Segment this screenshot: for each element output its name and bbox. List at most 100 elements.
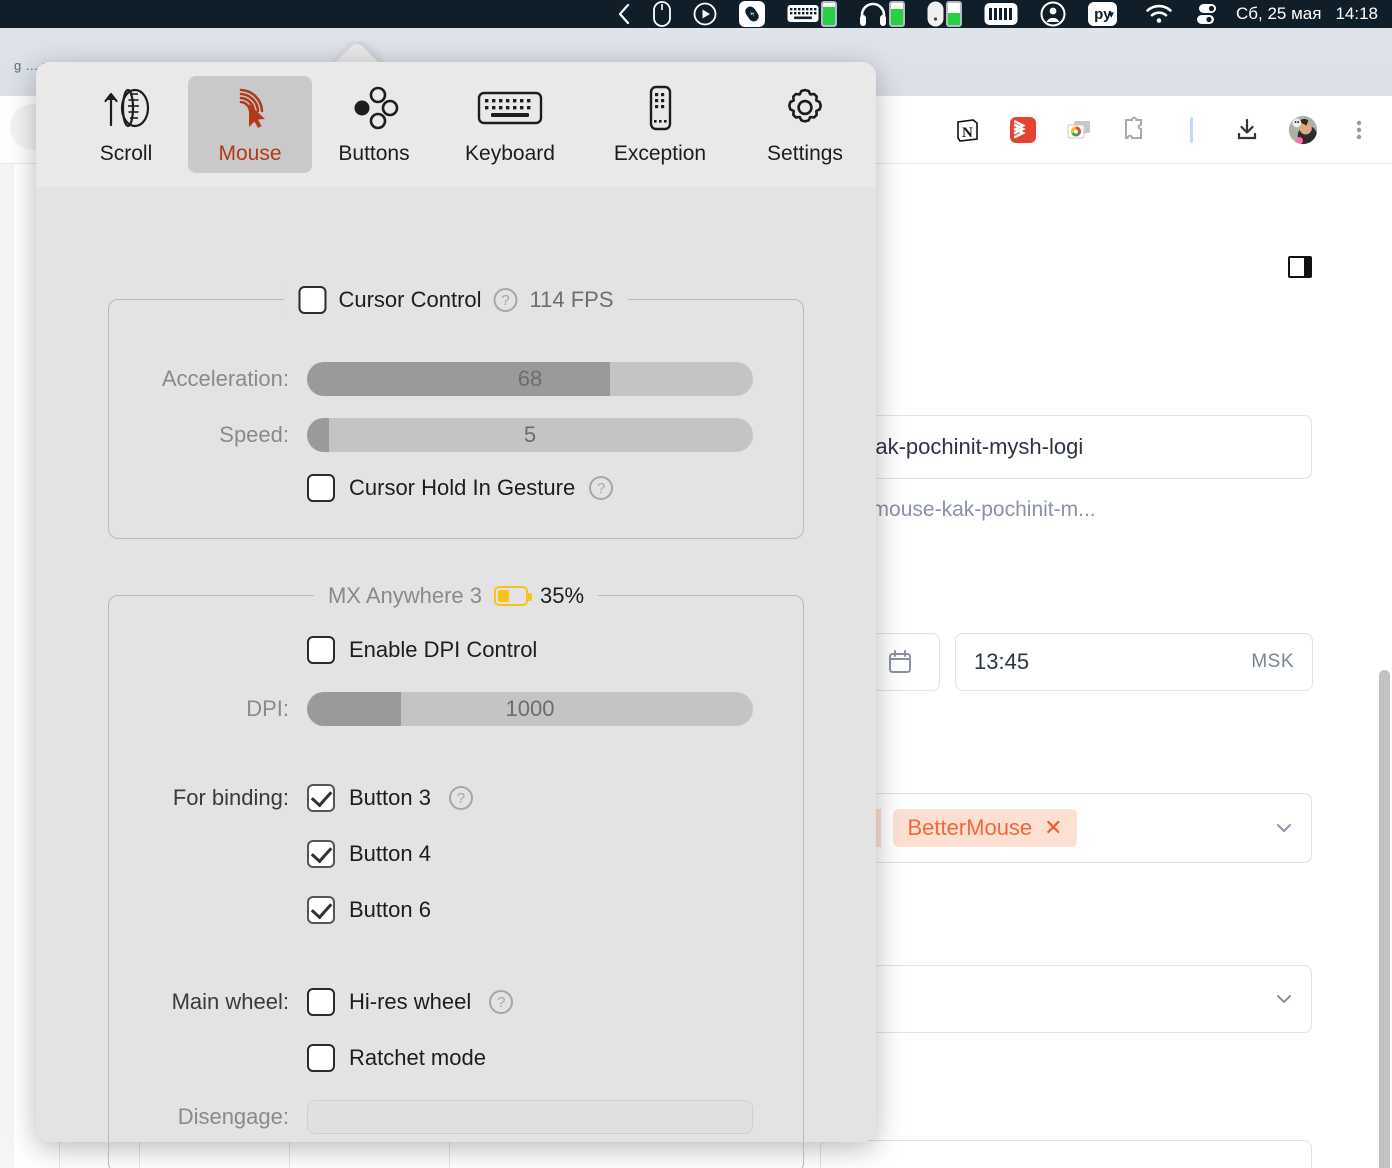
chrome-cast-icon[interactable]	[1064, 115, 1094, 145]
tab-label: Buttons	[338, 141, 410, 165]
device-name-label: MX Anywhere 3	[327, 583, 483, 608]
macos-menubar: ру ▾ Сб, 25 мая 14:18	[0, 0, 1392, 28]
app-exception-icon	[640, 84, 680, 132]
wifi-icon[interactable]	[1134, 0, 1184, 28]
cursor-hold-gesture-checkbox[interactable]	[307, 474, 335, 502]
battery-level-indicator	[946, 1, 963, 27]
main-wheel-label: Main wheel:	[171, 989, 289, 1014]
battery-level-indicator	[889, 1, 906, 27]
tab-mouse[interactable]: Mouse	[188, 76, 312, 173]
popover-body: Cursor Control ? 114 FPS Acceleration: 6…	[36, 187, 876, 1168]
tab-exception[interactable]: Exception	[584, 76, 736, 173]
keyboard-battery-icon[interactable]	[776, 0, 848, 28]
speed-row: Speed: 5	[99, 418, 805, 452]
speed-label: Speed:	[219, 422, 289, 447]
panel-toggle-icon[interactable]	[1285, 252, 1315, 282]
acceleration-value: 68	[517, 366, 543, 391]
enable-dpi-label: Enable DPI Control	[349, 637, 538, 662]
tab-label: Mouse	[218, 141, 282, 165]
menubar-time: 14:18	[1335, 4, 1378, 23]
disengage-label: Disengage:	[177, 1104, 289, 1129]
button6-label: Button 6	[349, 897, 431, 922]
bettermouse-icon[interactable]	[728, 0, 776, 28]
control-center-icon[interactable]	[1184, 0, 1230, 28]
category-select[interactable]	[820, 965, 1312, 1033]
chevron-down-icon[interactable]	[1273, 988, 1295, 1010]
main-wheel-row: Main wheel: Hi-res wheel ?	[99, 988, 805, 1016]
toolbar-icon-group: N	[952, 96, 1374, 164]
speed-slider[interactable]: 5	[307, 418, 753, 452]
tags-multiselect[interactable]: ✕ BetterMouse ✕	[820, 793, 1312, 863]
dpi-slider[interactable]: 1000	[307, 692, 753, 726]
device-header: MX Anywhere 3 35%	[313, 582, 599, 610]
dpi-row: DPI: 1000	[99, 692, 805, 726]
hires-wheel-checkbox[interactable]	[307, 988, 335, 1016]
acceleration-label: Acceleration:	[161, 366, 289, 391]
help-icon[interactable]: ?	[448, 786, 473, 810]
chevron-down-icon[interactable]	[1273, 817, 1295, 839]
cursor-control-group: Cursor Control ? 114 FPS Acceleration: 6…	[108, 286, 804, 539]
tab-buttons[interactable]: Buttons	[312, 76, 436, 173]
tab-settings[interactable]: Settings	[736, 76, 874, 173]
for-binding-row: For binding: Button 3 ?	[99, 784, 805, 812]
extensions-puzzle-icon[interactable]	[1120, 115, 1150, 145]
bottom-input[interactable]	[820, 1140, 1312, 1168]
keyboard-icon	[477, 84, 543, 132]
button3-checkbox[interactable]	[307, 784, 335, 812]
menubar-date: Сб, 25 мая	[1236, 4, 1322, 23]
acceleration-row: Acceleration: 68	[99, 362, 805, 396]
button4-checkbox[interactable]	[307, 840, 335, 868]
toolbar-divider	[1176, 115, 1206, 145]
cursor-hold-gesture-row: Cursor Hold In Gesture ?	[307, 474, 614, 502]
scroll-wheel-icon	[97, 84, 155, 132]
media-play-icon[interactable]	[682, 0, 728, 28]
button6-row: Button 6	[307, 896, 431, 924]
notion-extension-icon[interactable]: N	[952, 115, 982, 145]
disengage-row: Disengage:	[99, 1100, 805, 1134]
fps-readout: 114 FPS	[529, 287, 614, 312]
cursor-control-checkbox[interactable]	[298, 286, 327, 314]
magicmouse-battery-icon[interactable]	[916, 0, 973, 28]
help-icon[interactable]: ?	[493, 288, 518, 312]
tab-keyboard[interactable]: Keyboard	[436, 76, 584, 173]
ratchet-mode-checkbox[interactable]	[307, 1044, 335, 1072]
help-icon[interactable]: ?	[489, 990, 514, 1014]
back-chevron-icon[interactable]	[606, 0, 642, 28]
battery-meter-icon[interactable]	[973, 0, 1029, 28]
timezone-label: MSK	[1251, 651, 1294, 672]
for-binding-label: For binding:	[172, 785, 289, 810]
scrollbar-thumb[interactable]	[1379, 670, 1390, 1168]
button3-label: Button 3	[349, 785, 431, 810]
hires-wheel-label: Hi-res wheel	[349, 989, 472, 1014]
downloads-icon[interactable]	[1232, 115, 1262, 145]
headphones-battery-icon[interactable]	[848, 0, 916, 28]
mouse-status-icon[interactable]	[642, 0, 682, 28]
popover-tabbar: Scroll Mouse Buttons Keyboard Exception …	[36, 62, 876, 187]
tab-label: Exception	[613, 141, 707, 165]
input-language-icon[interactable]: ру ▾	[1077, 0, 1134, 28]
button6-checkbox[interactable]	[307, 896, 335, 924]
disengage-input[interactable]	[307, 1100, 753, 1134]
tag-label: BetterMouse	[907, 815, 1033, 840]
tab-label: Scroll	[99, 141, 153, 165]
svg-text:N: N	[962, 125, 973, 141]
todoist-extension-icon[interactable]	[1008, 115, 1038, 145]
chevron-down-icon: ▾	[1108, 8, 1114, 21]
menubar-clock[interactable]: Сб, 25 мая 14:18	[1230, 4, 1392, 24]
profile-avatar[interactable]	[1288, 115, 1318, 145]
enable-dpi-checkbox[interactable]	[307, 636, 335, 664]
acceleration-slider[interactable]: 68	[307, 362, 753, 396]
tab-label: Settings	[767, 141, 843, 165]
screen: g ... p ... p N mouse	[0, 0, 1392, 1168]
tag-remove-icon[interactable]: ✕	[1044, 817, 1062, 839]
user-account-icon[interactable]	[1029, 0, 1077, 28]
tab-scroll[interactable]: Scroll	[64, 76, 188, 173]
button4-label: Button 4	[349, 841, 431, 866]
page-scrollbar[interactable]	[1376, 330, 1392, 1168]
battery-level-indicator	[821, 1, 838, 27]
help-icon[interactable]: ?	[589, 476, 614, 500]
device-battery-icon	[494, 586, 533, 606]
chrome-menu-icon[interactable]	[1344, 115, 1374, 145]
tag-chip[interactable]: BetterMouse ✕	[893, 809, 1077, 847]
time-input[interactable]: 13:45 MSK	[955, 633, 1313, 691]
